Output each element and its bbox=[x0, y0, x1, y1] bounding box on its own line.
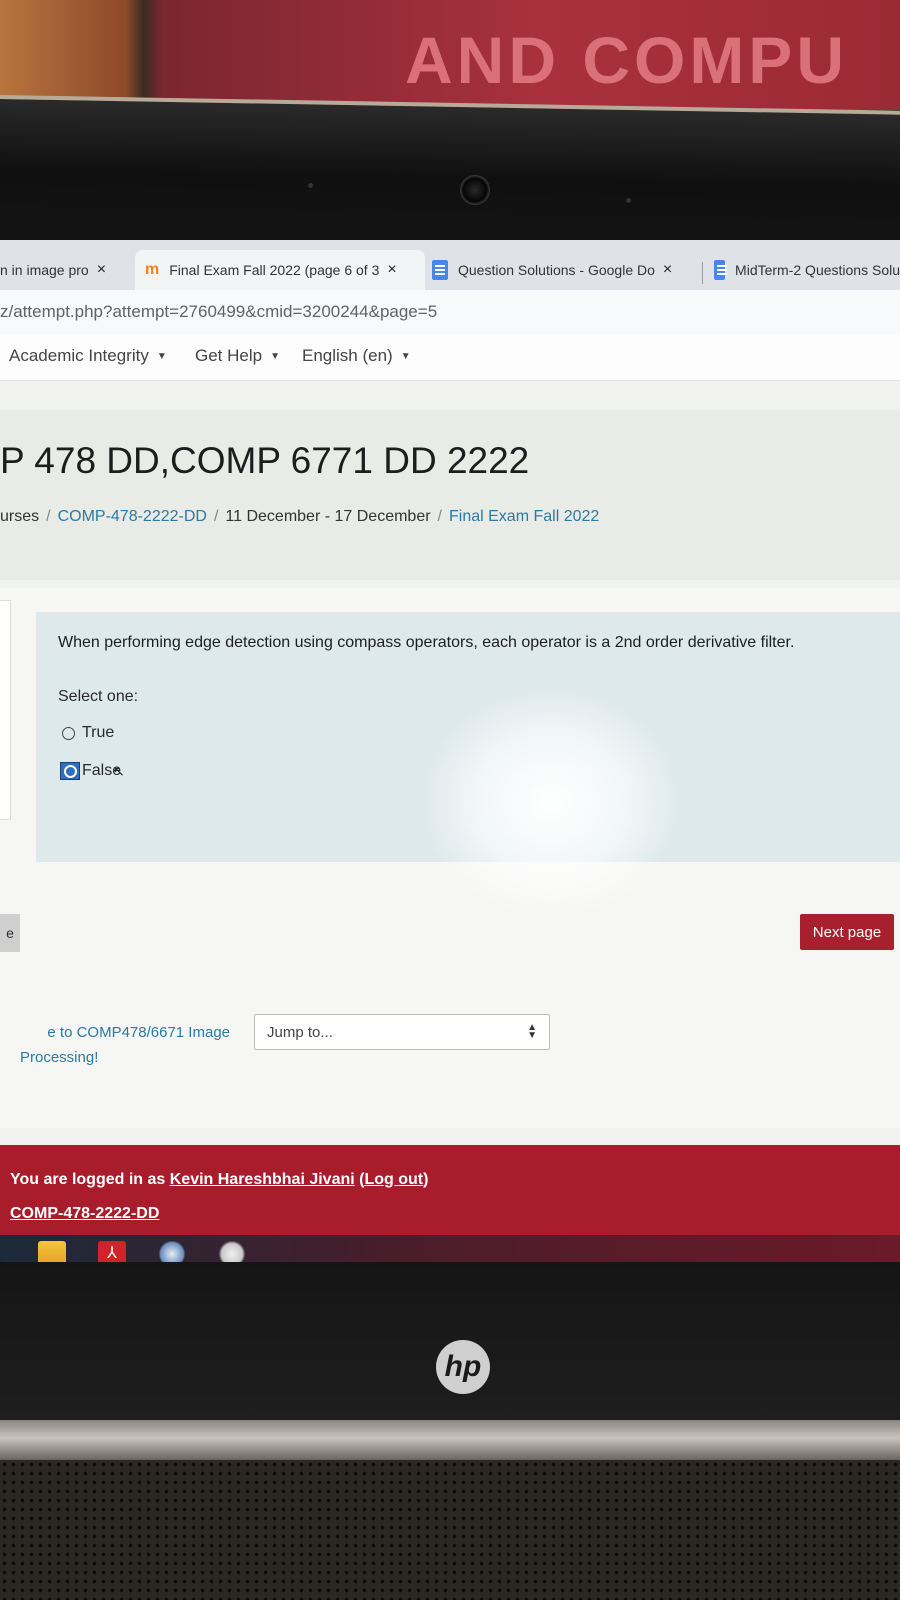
poster-text: AND COMPU bbox=[405, 23, 848, 97]
nav-label: Academic Integrity bbox=[9, 346, 149, 365]
option-label: True bbox=[82, 724, 115, 741]
nav-get-help[interactable]: Get Help ▼ bbox=[195, 346, 280, 366]
bezel-sensor bbox=[626, 198, 631, 203]
nav-academic-integrity[interactable]: Academic Integrity ▼ bbox=[9, 346, 167, 366]
speaker-grille bbox=[0, 1460, 900, 1600]
question-box: When performing edge detection using com… bbox=[36, 612, 900, 912]
option-false[interactable]: False ↖ bbox=[60, 762, 125, 780]
google-docs-icon bbox=[714, 260, 728, 280]
tab-label: n in image pro bbox=[0, 262, 89, 278]
select-arrows-icon: ▲ ▼ bbox=[527, 1022, 537, 1041]
browser-tab[interactable]: n in image pro × bbox=[0, 250, 125, 290]
address-bar[interactable]: z/attempt.php?attempt=2760499&cmid=32002… bbox=[0, 290, 900, 335]
laptop-screen: n in image pro × m Final Exam Fall 2022 … bbox=[0, 240, 900, 1280]
course-title: P 478 DD,COMP 6771 DD 2222 bbox=[0, 440, 530, 481]
bezel-sensor bbox=[308, 183, 313, 188]
close-icon[interactable]: × bbox=[387, 261, 396, 279]
background-wall: AND COMPU bbox=[0, 0, 900, 110]
browser-tab[interactable]: MidTerm-2 Questions Solu bbox=[714, 250, 900, 290]
breadcrumb-course[interactable]: COMP-478-2222-DD bbox=[58, 508, 207, 525]
select-one-label: Select one: bbox=[58, 688, 139, 705]
breadcrumb-separator: / bbox=[213, 508, 219, 525]
logout-link[interactable]: Log out bbox=[364, 1171, 423, 1188]
screen-glare bbox=[426, 692, 676, 912]
close-icon[interactable]: × bbox=[97, 261, 106, 279]
close-icon[interactable]: × bbox=[663, 261, 672, 279]
nav-label: Get Help bbox=[195, 346, 263, 365]
breadcrumb-courses[interactable]: urses bbox=[0, 508, 39, 525]
welcome-line: Processing! bbox=[20, 1049, 99, 1066]
browser-tab-bar: n in image pro × m Final Exam Fall 2022 … bbox=[0, 240, 900, 290]
nav-language[interactable]: English (en) ▼ bbox=[302, 346, 411, 366]
site-footer: You are logged in as Kevin Hareshbhai Ji… bbox=[0, 1145, 900, 1235]
webcam-icon bbox=[460, 175, 490, 205]
caret-down-icon: ▼ bbox=[270, 351, 280, 363]
breadcrumb-separator: / bbox=[437, 508, 442, 525]
logged-in-prefix: You are logged in as bbox=[10, 1171, 170, 1188]
radio-unchecked-icon[interactable] bbox=[62, 726, 75, 740]
question-text: When performing edge detection using com… bbox=[58, 634, 795, 651]
tab-label: Question Solutions - Google Do bbox=[458, 262, 655, 278]
breadcrumb: urses / COMP-478-2222-DD / 11 December - 17 … bbox=[0, 508, 599, 526]
user-profile-link[interactable]: Kevin Hareshbhai Jivani bbox=[170, 1171, 355, 1188]
cursor-icon: ↖ bbox=[113, 762, 125, 779]
site-navbar: Academic Integrity ▼ Get Help ▼ English (e… bbox=[0, 334, 900, 381]
breadcrumb-separator: / bbox=[46, 508, 51, 525]
url-text[interactable]: z/attempt.php?attempt=2760499&cmid=32002… bbox=[0, 302, 437, 322]
footer-course-link[interactable]: COMP-478-2222-DD bbox=[10, 1205, 159, 1223]
tab-label: Final Exam Fall 2022 (page 6 of 3 bbox=[169, 262, 380, 278]
quiz-content: When performing edge detection using com… bbox=[0, 588, 900, 1128]
tab-separator bbox=[702, 262, 703, 284]
option-true[interactable]: True bbox=[62, 724, 114, 742]
caret-down-icon: ▼ bbox=[400, 351, 411, 363]
tab-label: MidTerm-2 Questions Solu bbox=[735, 262, 900, 278]
page-header: P 478 DD,COMP 6771 DD 2222 urses / COMP-47… bbox=[0, 410, 900, 580]
course-welcome-link[interactable]: e to COMP478/6671 Image Processing! bbox=[0, 1020, 230, 1070]
moodle-icon: m bbox=[145, 261, 160, 278]
jump-to-value: Jump to... bbox=[267, 1023, 333, 1041]
question-info-panel bbox=[0, 600, 11, 820]
breadcrumb-quiz[interactable]: Final Exam Fall 2022 bbox=[449, 508, 599, 525]
welcome-line: e to COMP478/6671 Image bbox=[47, 1024, 230, 1041]
radio-checked-icon[interactable] bbox=[60, 762, 80, 780]
jump-to-select[interactable]: Jump to... ▲ ▼ bbox=[254, 1014, 550, 1050]
breadcrumb-section[interactable]: 11 December - 17 December bbox=[225, 508, 430, 525]
google-docs-icon bbox=[432, 260, 448, 280]
laptop-hinge bbox=[0, 1420, 900, 1460]
logged-in-info: You are logged in as Kevin Hareshbhai Ji… bbox=[10, 1171, 428, 1189]
paren-close: ) bbox=[423, 1171, 429, 1188]
browser-tab[interactable]: Question Solutions - Google Do × bbox=[432, 250, 697, 290]
nav-label: English (en) bbox=[302, 346, 393, 365]
hp-logo: hp bbox=[436, 1340, 490, 1394]
previous-page-button[interactable]: e bbox=[0, 914, 20, 952]
next-page-button[interactable]: Next page bbox=[800, 914, 894, 950]
browser-tab-active[interactable]: m Final Exam Fall 2022 (page 6 of 3 × bbox=[135, 250, 425, 290]
caret-down-icon: ▼ bbox=[156, 351, 167, 363]
